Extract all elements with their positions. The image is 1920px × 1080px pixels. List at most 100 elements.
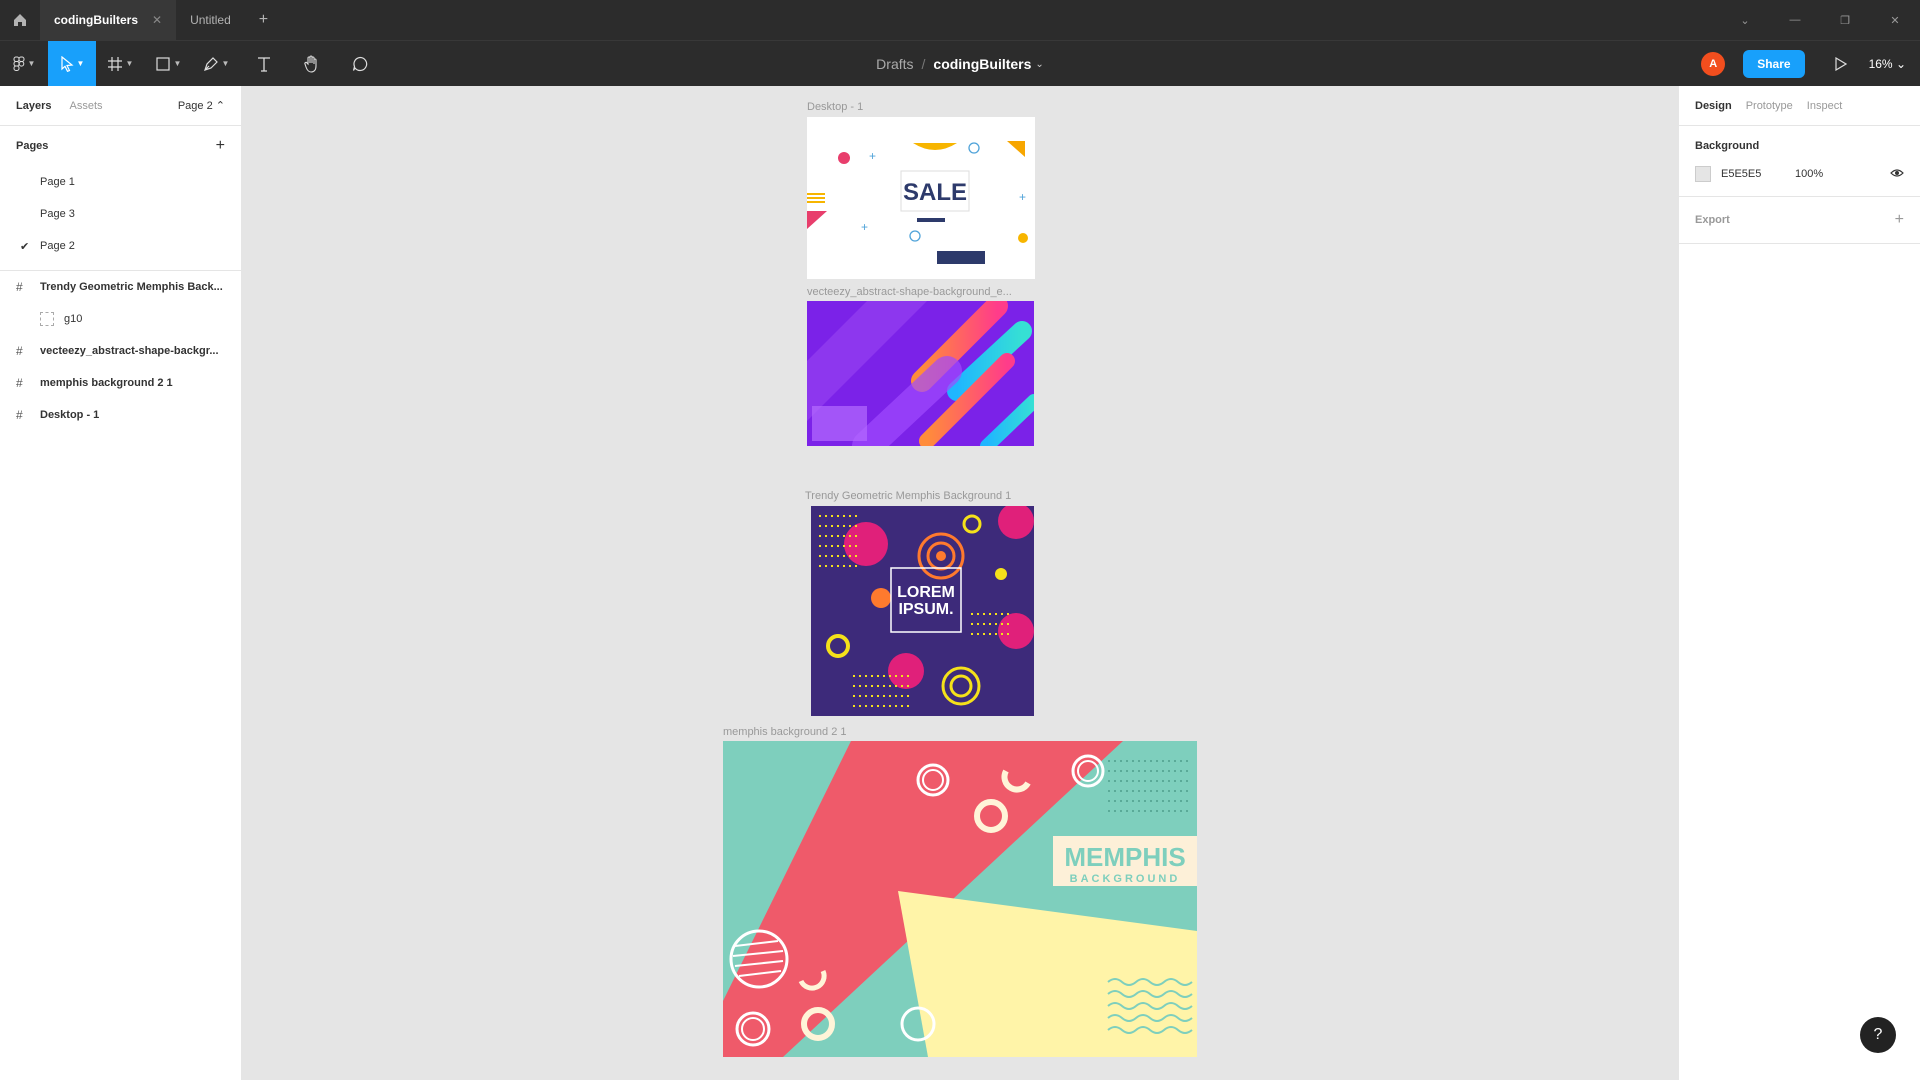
minimize-icon[interactable]: — <box>1770 0 1820 40</box>
zoom-dropdown[interactable]: 16% ⌄ <box>1869 57 1906 71</box>
export-title: Export <box>1695 214 1730 226</box>
frame-tool-button[interactable]: ▼ <box>96 41 144 87</box>
layer-row[interactable]: g10 <box>0 303 241 335</box>
background-section: Background E5E5E5 100% <box>1679 126 1920 197</box>
svg-text:+: + <box>1019 190 1026 204</box>
page-selector[interactable]: Page 2 ⌃ <box>178 99 225 112</box>
comment-icon <box>352 56 368 71</box>
layer-label: vecteezy_abstract-shape-backgr... <box>40 345 219 357</box>
frame-label[interactable]: memphis background 2 1 <box>723 726 847 738</box>
lorem-text-line2: IPSUM. <box>898 601 953 618</box>
page-label: Page 3 <box>40 208 75 220</box>
share-button[interactable]: Share <box>1743 50 1805 78</box>
tab-design[interactable]: Design <box>1695 100 1732 112</box>
tab-label: Untitled <box>190 13 231 27</box>
sale-text: SALE <box>903 179 967 206</box>
close-tab-icon[interactable]: ✕ <box>152 13 162 27</box>
chevron-down-icon: ⌄ <box>1895 57 1906 71</box>
tab-assets[interactable]: Assets <box>69 100 102 112</box>
layer-row[interactable]: # Trendy Geometric Memphis Back... <box>0 271 241 303</box>
tab-layers[interactable]: Layers <box>16 100 51 112</box>
svg-text:+: + <box>861 220 868 234</box>
new-tab-icon[interactable]: + <box>245 11 282 29</box>
background-hex-input[interactable]: E5E5E5 <box>1721 168 1795 180</box>
file-name[interactable]: codingBuilters <box>933 56 1031 72</box>
frame-trendy-geometric[interactable]: LOREM IPSUM. <box>811 506 1034 716</box>
move-tool-button[interactable]: ▼ <box>48 40 96 87</box>
group-icon <box>40 312 54 326</box>
present-button[interactable] <box>1821 57 1861 71</box>
background-title: Background <box>1695 140 1760 152</box>
home-icon[interactable] <box>0 0 40 40</box>
close-window-icon[interactable]: ✕ <box>1870 0 1920 40</box>
chevron-up-icon: ⌃ <box>215 100 225 112</box>
chevron-down-icon[interactable]: ⌄ <box>1035 59 1043 70</box>
frame-icon: # <box>16 280 23 294</box>
tab-codingbuilters[interactable]: codingBuilters ✕ <box>40 0 177 40</box>
chevron-down-icon: ▼ <box>173 59 182 68</box>
rectangle-icon <box>155 56 170 71</box>
zoom-level: 16% <box>1868 57 1893 71</box>
layer-label: g10 <box>64 313 83 325</box>
shape-tool-button[interactable]: ▼ <box>144 41 192 87</box>
eye-icon[interactable] <box>1890 168 1904 181</box>
text-icon <box>258 56 270 72</box>
chevron-down-icon: ▼ <box>27 59 36 68</box>
restore-icon[interactable]: ❐ <box>1820 0 1870 40</box>
layer-row[interactable]: # Desktop - 1 <box>0 399 241 431</box>
layer-row[interactable]: # vecteezy_abstract-shape-backgr... <box>0 335 241 367</box>
page-item[interactable]: Page 1 <box>0 166 241 198</box>
frame-desktop-1[interactable]: + + + SALE <box>807 117 1035 279</box>
memphis-title: MEMPHIS <box>1064 842 1185 872</box>
current-page-label: Page 2 <box>177 100 213 112</box>
hand-tool-button[interactable] <box>288 41 336 87</box>
frame-icon <box>107 56 122 71</box>
layer-label: memphis background 2 1 <box>40 377 173 389</box>
pen-tool-button[interactable]: ▼ <box>192 41 240 87</box>
background-opacity-input[interactable]: 100% <box>1795 168 1823 180</box>
pages-title: Pages <box>16 140 49 152</box>
text-tool-button[interactable] <box>240 41 288 87</box>
canvas[interactable]: Desktop - 1 + + + SALE vecteezy_abstract… <box>242 86 1678 1080</box>
sale-artwork: + + + SALE <box>807 141 1028 264</box>
figma-logo-icon <box>13 56 25 71</box>
layer-label: Desktop - 1 <box>40 409 100 421</box>
tab-inspect[interactable]: Inspect <box>1807 100 1842 112</box>
page-label: Page 1 <box>40 176 75 188</box>
frame-label[interactable]: Trendy Geometric Memphis Background 1 <box>805 490 1011 502</box>
layer-row[interactable]: # memphis background 2 1 <box>0 367 241 399</box>
frame-memphis-background[interactable]: MEMPHIS BACKGROUND <box>723 741 1197 1057</box>
title-bar: codingBuilters ✕ Untitled + ⌄ — ❐ ✕ <box>0 0 1920 40</box>
hand-icon <box>304 54 317 73</box>
background-fill-row: E5E5E5 100% <box>1695 166 1904 182</box>
frame-label[interactable]: Desktop - 1 <box>807 101 863 113</box>
breadcrumb-drafts[interactable]: Drafts <box>876 56 913 72</box>
export-section: Export + <box>1679 197 1920 244</box>
layers-panel: Layers Assets Page 2 ⌃ Pages + Page 1 Pa… <box>0 86 242 1080</box>
frame-label[interactable]: vecteezy_abstract-shape-background_e... <box>807 286 1012 298</box>
chevron-down-icon[interactable]: ⌄ <box>1720 0 1770 40</box>
help-button[interactable]: ? <box>1860 1017 1896 1053</box>
page-label: Page 2 <box>40 240 75 252</box>
add-export-icon[interactable]: + <box>1895 211 1904 229</box>
frame-vecteezy[interactable] <box>807 301 1034 446</box>
tab-label: codingBuilters <box>54 13 139 27</box>
tab-untitled[interactable]: Untitled <box>176 0 245 40</box>
breadcrumb-separator: / <box>921 56 926 72</box>
add-page-icon[interactable]: + <box>216 137 225 155</box>
color-swatch[interactable] <box>1695 166 1711 182</box>
frame-icon: # <box>16 376 23 390</box>
pen-icon <box>203 56 218 71</box>
tab-prototype[interactable]: Prototype <box>1746 100 1793 112</box>
memphis-geometric-artwork: LOREM IPSUM. <box>811 506 1034 716</box>
main-menu-button[interactable]: ▼ <box>0 41 48 87</box>
page-item[interactable]: ✔ Page 2 <box>0 230 241 262</box>
svg-text:+: + <box>869 149 876 163</box>
avatar[interactable]: A <box>1701 52 1726 76</box>
comment-tool-button[interactable] <box>336 41 384 87</box>
toolbar: ▼ ▼ ▼ ▼ ▼ Drafts / codingBuilters ⌄ A Sh… <box>0 40 1920 87</box>
memphis-subtitle: BACKGROUND <box>1070 873 1181 885</box>
page-item[interactable]: Page 3 <box>0 198 241 230</box>
frame-icon: # <box>16 408 23 422</box>
checkmark-icon: ✔ <box>20 240 30 253</box>
